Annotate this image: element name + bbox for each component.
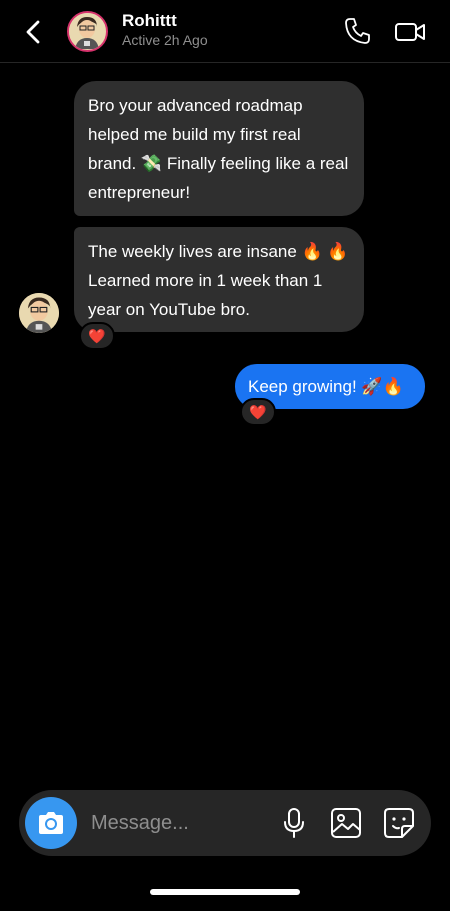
sender-avatar[interactable]: [19, 293, 59, 333]
back-chevron-icon[interactable]: [22, 18, 46, 46]
reaction-emoji: ❤️: [88, 327, 106, 344]
sticker-icon[interactable]: [383, 807, 415, 839]
contact-name[interactable]: Rohittt: [122, 11, 177, 31]
message-composer: [19, 790, 431, 856]
heart-reaction[interactable]: ❤️: [240, 398, 276, 426]
message-text: Bro your advanced roadmap helped me buil…: [88, 96, 349, 202]
phone-icon[interactable]: [343, 16, 373, 46]
video-camera-icon[interactable]: [394, 18, 426, 46]
microphone-icon[interactable]: [281, 807, 307, 839]
message-text: The weekly lives are insane 🔥 🔥 Learned …: [88, 242, 349, 319]
camera-icon: [39, 812, 63, 834]
message-input[interactable]: [91, 808, 271, 838]
avatar-illustration: [19, 293, 59, 333]
home-indicator[interactable]: [150, 889, 300, 895]
message-text: Keep growing! 🚀🔥: [248, 377, 404, 396]
camera-button[interactable]: [25, 797, 77, 849]
reaction-emoji: ❤️: [249, 403, 267, 420]
image-icon[interactable]: [330, 807, 362, 839]
heart-reaction[interactable]: ❤️: [79, 322, 115, 350]
active-status: Active 2h Ago: [122, 32, 208, 48]
incoming-message-bubble[interactable]: The weekly lives are insane 🔥 🔥 Learned …: [74, 227, 364, 332]
avatar[interactable]: [67, 11, 108, 52]
avatar-illustration: [69, 13, 105, 49]
chat-header: Rohittt Active 2h Ago: [0, 0, 450, 63]
incoming-message-bubble[interactable]: Bro your advanced roadmap helped me buil…: [74, 81, 364, 216]
